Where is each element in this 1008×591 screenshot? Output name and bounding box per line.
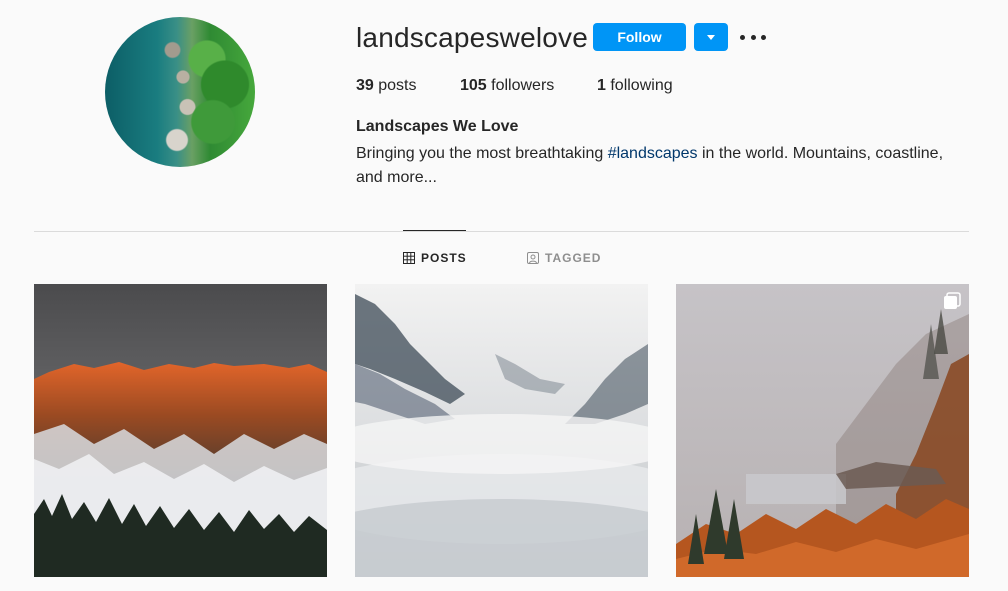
profile-bio: Bringing you the most breathtaking #land…	[356, 142, 966, 190]
post-thumbnail[interactable]	[34, 284, 327, 577]
tabs-divider	[34, 231, 969, 232]
post-thumbnail[interactable]	[355, 284, 648, 577]
posts-stat: 39 posts	[356, 77, 416, 95]
post-image-fog	[355, 284, 648, 577]
more-options-button[interactable]	[740, 29, 766, 45]
dot-icon	[740, 34, 745, 40]
bio-hashtag-link[interactable]: #landscapes	[608, 145, 698, 162]
tab-tagged-label: TAGGED	[545, 251, 602, 265]
dot-icon	[761, 34, 766, 40]
tab-posts[interactable]: POSTS	[403, 250, 467, 266]
followers-stat[interactable]: 105 followers	[460, 77, 554, 95]
post-image-autumn	[676, 284, 969, 577]
active-tab-indicator	[403, 230, 466, 231]
dot-icon	[750, 34, 756, 40]
following-label: following	[605, 77, 673, 94]
posts-count: 39	[356, 77, 374, 94]
followers-count: 105	[460, 77, 487, 94]
multiple-photos-icon	[944, 292, 961, 309]
profile-full-name: Landscapes We Love	[356, 118, 519, 135]
caret-down-icon	[707, 34, 715, 40]
profile-page: landscapeswelove Follow 39 posts 105 fol…	[0, 0, 1008, 591]
following-count: 1	[597, 77, 606, 94]
tagged-icon	[527, 252, 539, 264]
suggestions-dropdown-button[interactable]	[694, 23, 728, 51]
profile-username: landscapeswelove	[356, 22, 589, 53]
follow-button[interactable]: Follow	[593, 23, 686, 51]
followers-label: followers	[486, 77, 555, 94]
following-stat[interactable]: 1 following	[597, 77, 673, 95]
post-image-mountain	[34, 284, 327, 577]
tab-posts-label: POSTS	[421, 251, 467, 265]
post-thumbnail[interactable]	[676, 284, 969, 577]
profile-avatar[interactable]	[105, 17, 255, 167]
tab-tagged[interactable]: TAGGED	[527, 250, 601, 266]
bio-text: Bringing you the most breathtaking	[356, 145, 608, 162]
posts-label: posts	[373, 77, 417, 94]
grid-icon	[403, 252, 415, 264]
